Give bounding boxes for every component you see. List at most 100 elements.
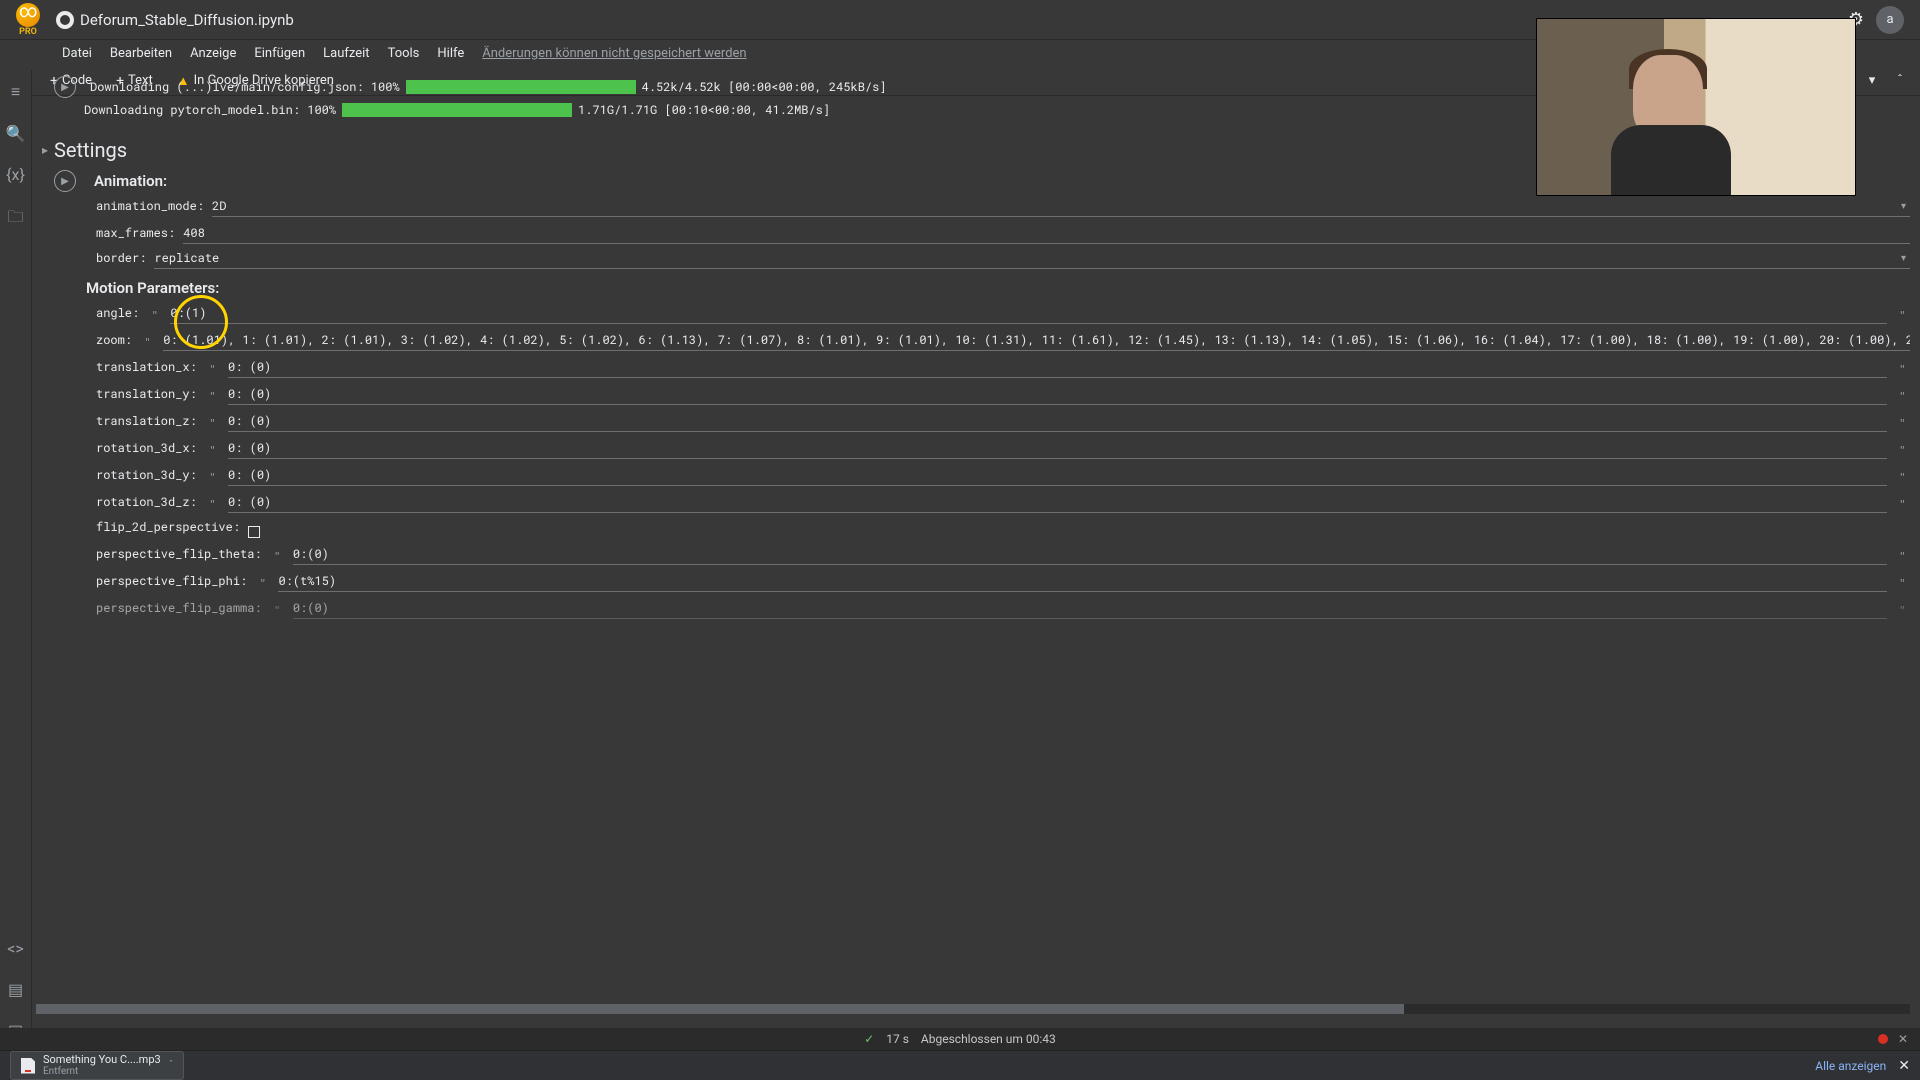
translation-x-input[interactable] — [228, 357, 1887, 378]
quote-close: " — [1895, 576, 1910, 592]
perspective-flip-theta-input[interactable] — [293, 544, 1887, 565]
field-label: perspective_flip_phi: — [96, 573, 247, 592]
notebook-title[interactable]: Deforum_Stable_Diffusion.ipynb — [80, 11, 294, 29]
colab-logo-icon[interactable] — [16, 3, 40, 27]
download-subtext: Entfernt — [43, 1066, 161, 1077]
collapse-triangle-icon[interactable]: ▸ — [42, 143, 48, 157]
quote-open: " — [205, 362, 220, 378]
menu-file[interactable]: Datei — [54, 46, 100, 61]
github-icon — [56, 11, 74, 29]
field-animation-mode: animation_mode: 2D ▾ — [96, 198, 1910, 217]
chevron-up-icon[interactable]: ˆ — [169, 1060, 174, 1071]
field-label: translation_y: — [96, 386, 197, 405]
download-label: Downloading (...)lve/main/config.json: 1… — [90, 79, 400, 95]
animation-mode-select[interactable]: 2D ▾ — [212, 198, 1910, 217]
perspective-flip-gamma-input[interactable] — [293, 598, 1887, 619]
field-label: rotation_3d_z: — [96, 494, 197, 513]
status-time: 17 s — [886, 1032, 909, 1046]
field-label: translation_z: — [96, 413, 197, 432]
run-cell-button[interactable]: ▶ — [54, 170, 76, 192]
show-all-link[interactable]: Alle anzeigen — [1815, 1059, 1886, 1073]
field-label: perspective_flip_gamma: — [96, 600, 262, 619]
border-select[interactable]: replicate ▾ — [154, 250, 1910, 269]
angle-input[interactable] — [170, 303, 1886, 324]
quote-open: " — [147, 308, 162, 324]
status-bar: ✓ 17 s Abgeschlossen um 00:43 ✕ — [0, 1028, 1920, 1050]
menu-view[interactable]: Anzeige — [182, 46, 244, 61]
field-label: max_frames: — [96, 225, 175, 244]
field-zoom: zoom: " — [96, 330, 1910, 351]
quote-close: " — [1895, 497, 1910, 513]
colab-logo-wrap: PRO — [8, 3, 48, 37]
menu-runtime[interactable]: Laufzeit — [315, 46, 377, 61]
horizontal-scrollbar[interactable] — [36, 1004, 1910, 1014]
menu-edit[interactable]: Bearbeiten — [102, 46, 180, 61]
field-label: perspective_flip_theta: — [96, 546, 262, 565]
check-icon: ✓ — [864, 1032, 874, 1046]
avatar[interactable]: a — [1876, 6, 1904, 34]
rotation-3d-x-input[interactable] — [228, 438, 1887, 459]
quote-close: " — [1895, 549, 1910, 565]
download-filename: Something You C....mp3 — [43, 1054, 161, 1066]
terminal-list-icon[interactable]: ▤ — [8, 980, 23, 999]
field-label: border: — [96, 250, 146, 269]
quote-open: " — [205, 416, 220, 432]
save-warning[interactable]: Änderungen können nicht gespeichert werd… — [474, 46, 754, 61]
field-rotation-3d-z: rotation_3d_z: " " — [96, 492, 1910, 513]
translation-y-input[interactable] — [228, 384, 1887, 405]
field-label: translation_x: — [96, 359, 197, 378]
close-status-icon[interactable]: ✕ — [1898, 1032, 1908, 1046]
animation-title: Animation: — [94, 172, 167, 190]
field-translation-y: translation_y: " " — [96, 384, 1910, 405]
menu-help[interactable]: Hilfe — [429, 46, 472, 61]
motion-title: Motion Parameters: — [86, 279, 1910, 297]
settings-title: Settings — [54, 138, 127, 162]
rotation-3d-y-input[interactable] — [228, 465, 1887, 486]
field-angle: angle: " " — [96, 303, 1910, 324]
field-rotation-3d-y: rotation_3d_y: " " — [96, 465, 1910, 486]
pro-badge: PRO — [19, 27, 37, 37]
quote-close: " — [1895, 470, 1910, 486]
scrollbar-thumb[interactable] — [36, 1004, 1404, 1014]
download-stats: 1.71G/1.71G [00:10<00:00, 41.2MB/s] — [578, 102, 830, 118]
field-translation-z: translation_z: " " — [96, 411, 1910, 432]
code-icon[interactable]: <> — [7, 939, 24, 958]
rotation-3d-z-input[interactable] — [228, 492, 1887, 513]
perspective-flip-phi-input[interactable] — [278, 571, 1886, 592]
max-frames-input[interactable] — [183, 223, 1910, 244]
progress-bar — [342, 103, 572, 117]
zoom-input[interactable] — [163, 330, 1910, 351]
run-cell-button[interactable]: ▶ — [54, 76, 76, 98]
quote-open: " — [205, 497, 220, 513]
field-perspective-flip-theta: perspective_flip_theta: " " — [96, 544, 1910, 565]
download-item[interactable]: Something You C....mp3 Entfernt ˆ — [10, 1051, 184, 1080]
field-flip-2d-perspective: flip_2d_perspective: — [96, 519, 1910, 538]
menu-insert[interactable]: Einfügen — [246, 46, 313, 61]
close-icon[interactable]: ✕ — [1898, 1058, 1910, 1074]
quote-open: " — [205, 443, 220, 459]
status-text: Abgeschlossen um 00:43 — [921, 1032, 1056, 1046]
field-label: rotation_3d_y: — [96, 467, 197, 486]
flip-2d-perspective-checkbox[interactable] — [248, 526, 260, 538]
field-perspective-flip-phi: perspective_flip_phi: " " — [96, 571, 1910, 592]
field-border: border: replicate ▾ — [96, 250, 1910, 269]
quote-close: " — [1895, 308, 1910, 324]
field-perspective-flip-gamma: perspective_flip_gamma: " " — [96, 598, 1910, 619]
search-icon[interactable]: 🔍 — [6, 124, 26, 143]
quote-open: " — [205, 470, 220, 486]
quote-open: " — [140, 335, 155, 351]
menu-tools[interactable]: Tools — [380, 46, 428, 61]
download-shelf: Something You C....mp3 Entfernt ˆ Alle a… — [0, 1050, 1920, 1080]
files-icon[interactable]: 🗀 — [7, 206, 23, 233]
quote-close: " — [1895, 603, 1910, 619]
quote-open: " — [255, 576, 270, 592]
quote-close: " — [1895, 362, 1910, 378]
toc-icon[interactable]: ≡ — [11, 82, 20, 102]
file-icon — [21, 1058, 35, 1074]
translation-z-input[interactable] — [228, 411, 1887, 432]
variables-icon[interactable]: {x} — [6, 165, 25, 184]
webcam-overlay — [1536, 18, 1856, 196]
chevron-down-icon: ▾ — [1901, 201, 1910, 212]
quote-open: " — [270, 603, 285, 619]
quote-open: " — [205, 389, 220, 405]
